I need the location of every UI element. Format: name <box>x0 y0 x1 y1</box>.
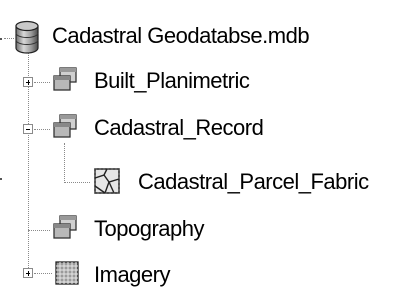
tree-connector-horizontal <box>64 182 90 183</box>
tree-connector-horizontal <box>28 230 50 231</box>
parcel-fabric-icon <box>94 168 120 194</box>
tree-node-label: Built_Planimetric <box>94 68 250 93</box>
tree-node-label: Cadastral_Parcel_Fabric <box>138 169 369 194</box>
database-icon <box>15 20 39 54</box>
collapse-toggle-icon[interactable] <box>23 124 33 134</box>
connector-dot <box>0 38 2 40</box>
tree-connector-horizontal <box>34 82 50 83</box>
tree-node-label: Topography <box>94 216 204 241</box>
catalog-tree: Cadastral Geodatabse.mdb Built_Planimetr… <box>0 0 397 298</box>
tree-node-label: Cadastral Geodatabse.mdb <box>52 23 310 48</box>
tree-node-label: Imagery <box>94 262 170 287</box>
tree-connector-horizontal <box>4 38 14 39</box>
expand-toggle-icon[interactable] <box>23 77 33 87</box>
connector-dot <box>0 178 2 180</box>
tree-connector-vertical <box>64 143 65 183</box>
feature-dataset-icon <box>53 114 77 138</box>
feature-dataset-icon <box>53 67 77 91</box>
tree-connector-horizontal <box>34 129 50 130</box>
raster-catalog-icon <box>55 261 79 285</box>
expand-toggle-icon[interactable] <box>23 268 33 278</box>
feature-dataset-icon <box>53 215 77 239</box>
tree-node-label: Cadastral_Record <box>94 115 264 140</box>
tree-connector-horizontal <box>34 273 52 274</box>
